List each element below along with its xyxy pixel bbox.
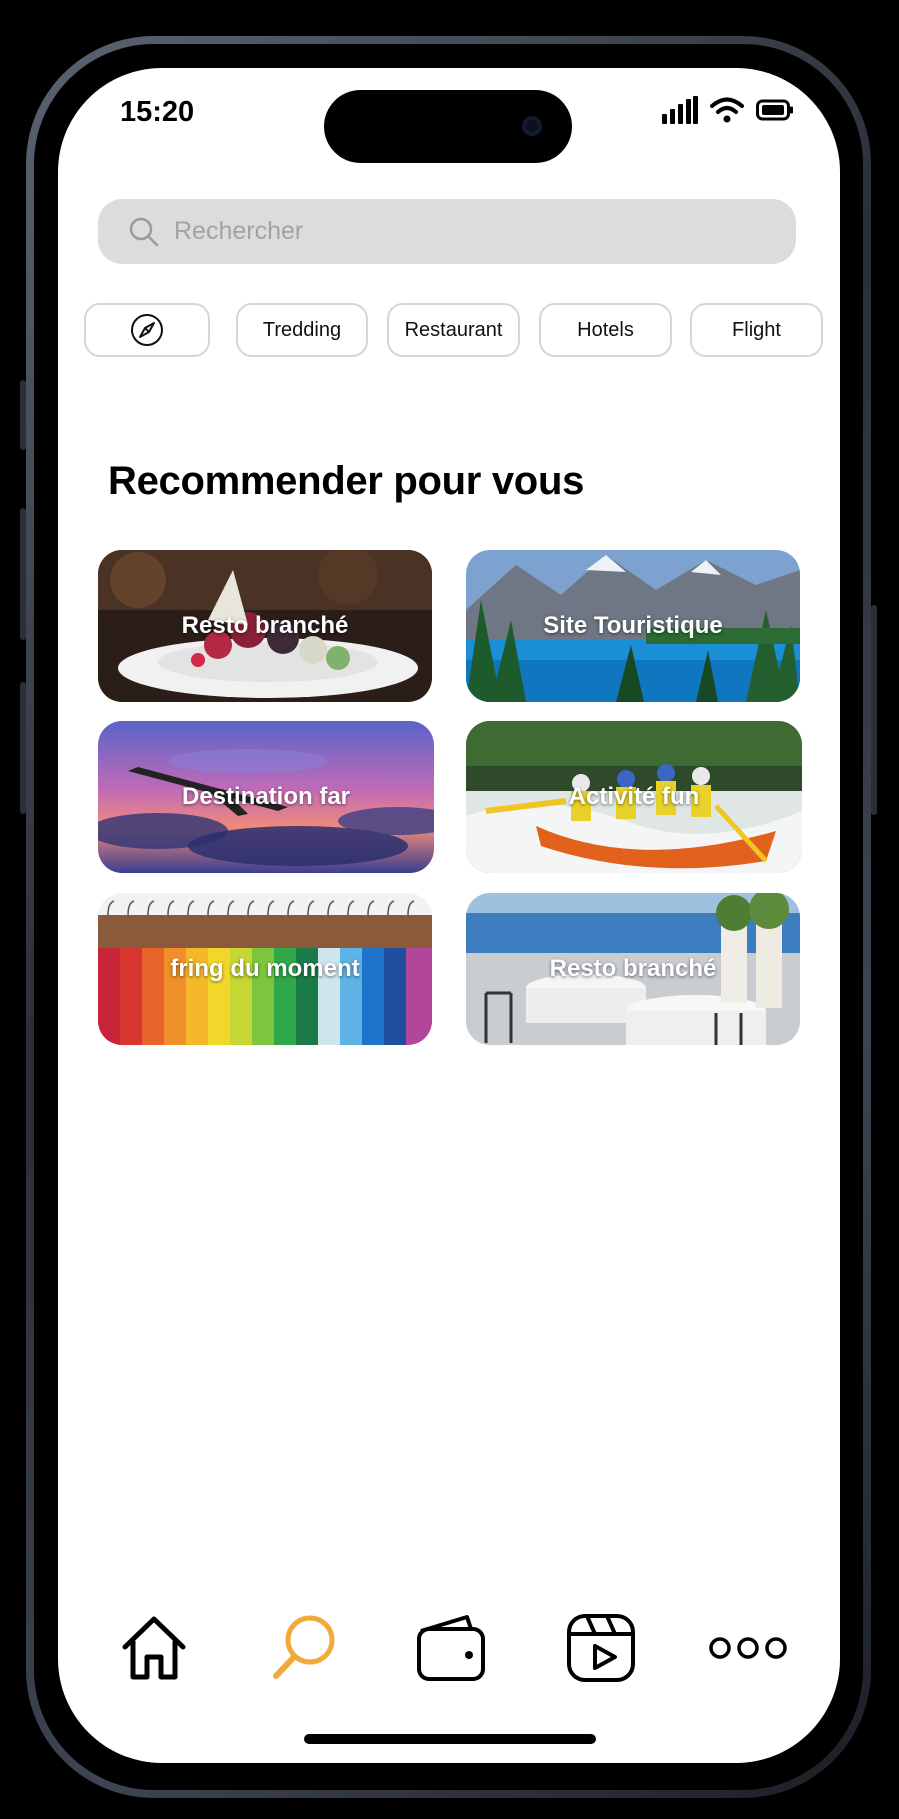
card-resto-branche[interactable]: Resto branché <box>98 550 432 702</box>
search-bar[interactable]: Rechercher <box>98 199 796 264</box>
wifi-icon <box>710 97 744 123</box>
tab-reels[interactable] <box>561 1608 641 1688</box>
mute-switch <box>20 380 26 450</box>
volume-down-button <box>20 682 26 814</box>
tab-wallet[interactable] <box>410 1608 490 1688</box>
more-icon <box>709 1637 787 1659</box>
dynamic-island <box>324 90 572 163</box>
tab-home[interactable] <box>114 1608 194 1688</box>
category-chips: Tredding Restaurant Hotels Flight <box>84 303 840 361</box>
volume-up-button <box>20 508 26 640</box>
chip-tredding[interactable]: Tredding <box>236 303 368 357</box>
card-label: Site Touristique <box>543 612 723 639</box>
card-label: Destination far <box>181 783 351 810</box>
chip-explore[interactable] <box>84 303 210 357</box>
chip-flight[interactable]: Flight <box>690 303 823 357</box>
card-label: fring du moment <box>170 955 360 982</box>
card-label: Resto branché <box>549 955 717 982</box>
app-screen: 15:20 Rechercher Tredding Restaurant Hot… <box>58 68 840 1763</box>
card-activite-fun[interactable]: Activité fun <box>466 721 802 873</box>
wallet-icon <box>417 1615 485 1681</box>
tab-bar <box>58 1608 840 1708</box>
section-title: Recommender pour vous <box>108 459 585 503</box>
tab-more[interactable] <box>708 1608 788 1688</box>
status-time: 15:20 <box>120 96 195 128</box>
chip-restaurant[interactable]: Restaurant <box>387 303 520 357</box>
status-icons <box>662 96 794 124</box>
card-site-touristique[interactable]: Site Touristique <box>466 550 800 702</box>
home-indicator[interactable] <box>304 1734 596 1744</box>
card-label: Resto branché <box>181 612 349 639</box>
compass-icon <box>131 314 163 346</box>
chip-hotels[interactable]: Hotels <box>539 303 672 357</box>
home-icon <box>122 1616 186 1680</box>
search-icon <box>129 217 159 246</box>
battery-icon <box>756 99 793 121</box>
tab-search[interactable] <box>264 1608 344 1688</box>
power-button <box>871 605 877 815</box>
card-resto-branche-2[interactable]: Resto branché <box>466 893 800 1045</box>
search-icon <box>273 1615 335 1679</box>
signal-icon <box>662 96 698 124</box>
card-destination-far[interactable]: Destination far <box>98 721 434 873</box>
search-placeholder: Rechercher <box>174 217 304 245</box>
card-label: Activité fun <box>568 783 700 810</box>
reels-icon <box>567 1614 635 1682</box>
card-fring-du-moment[interactable]: fring du moment <box>98 893 432 1045</box>
